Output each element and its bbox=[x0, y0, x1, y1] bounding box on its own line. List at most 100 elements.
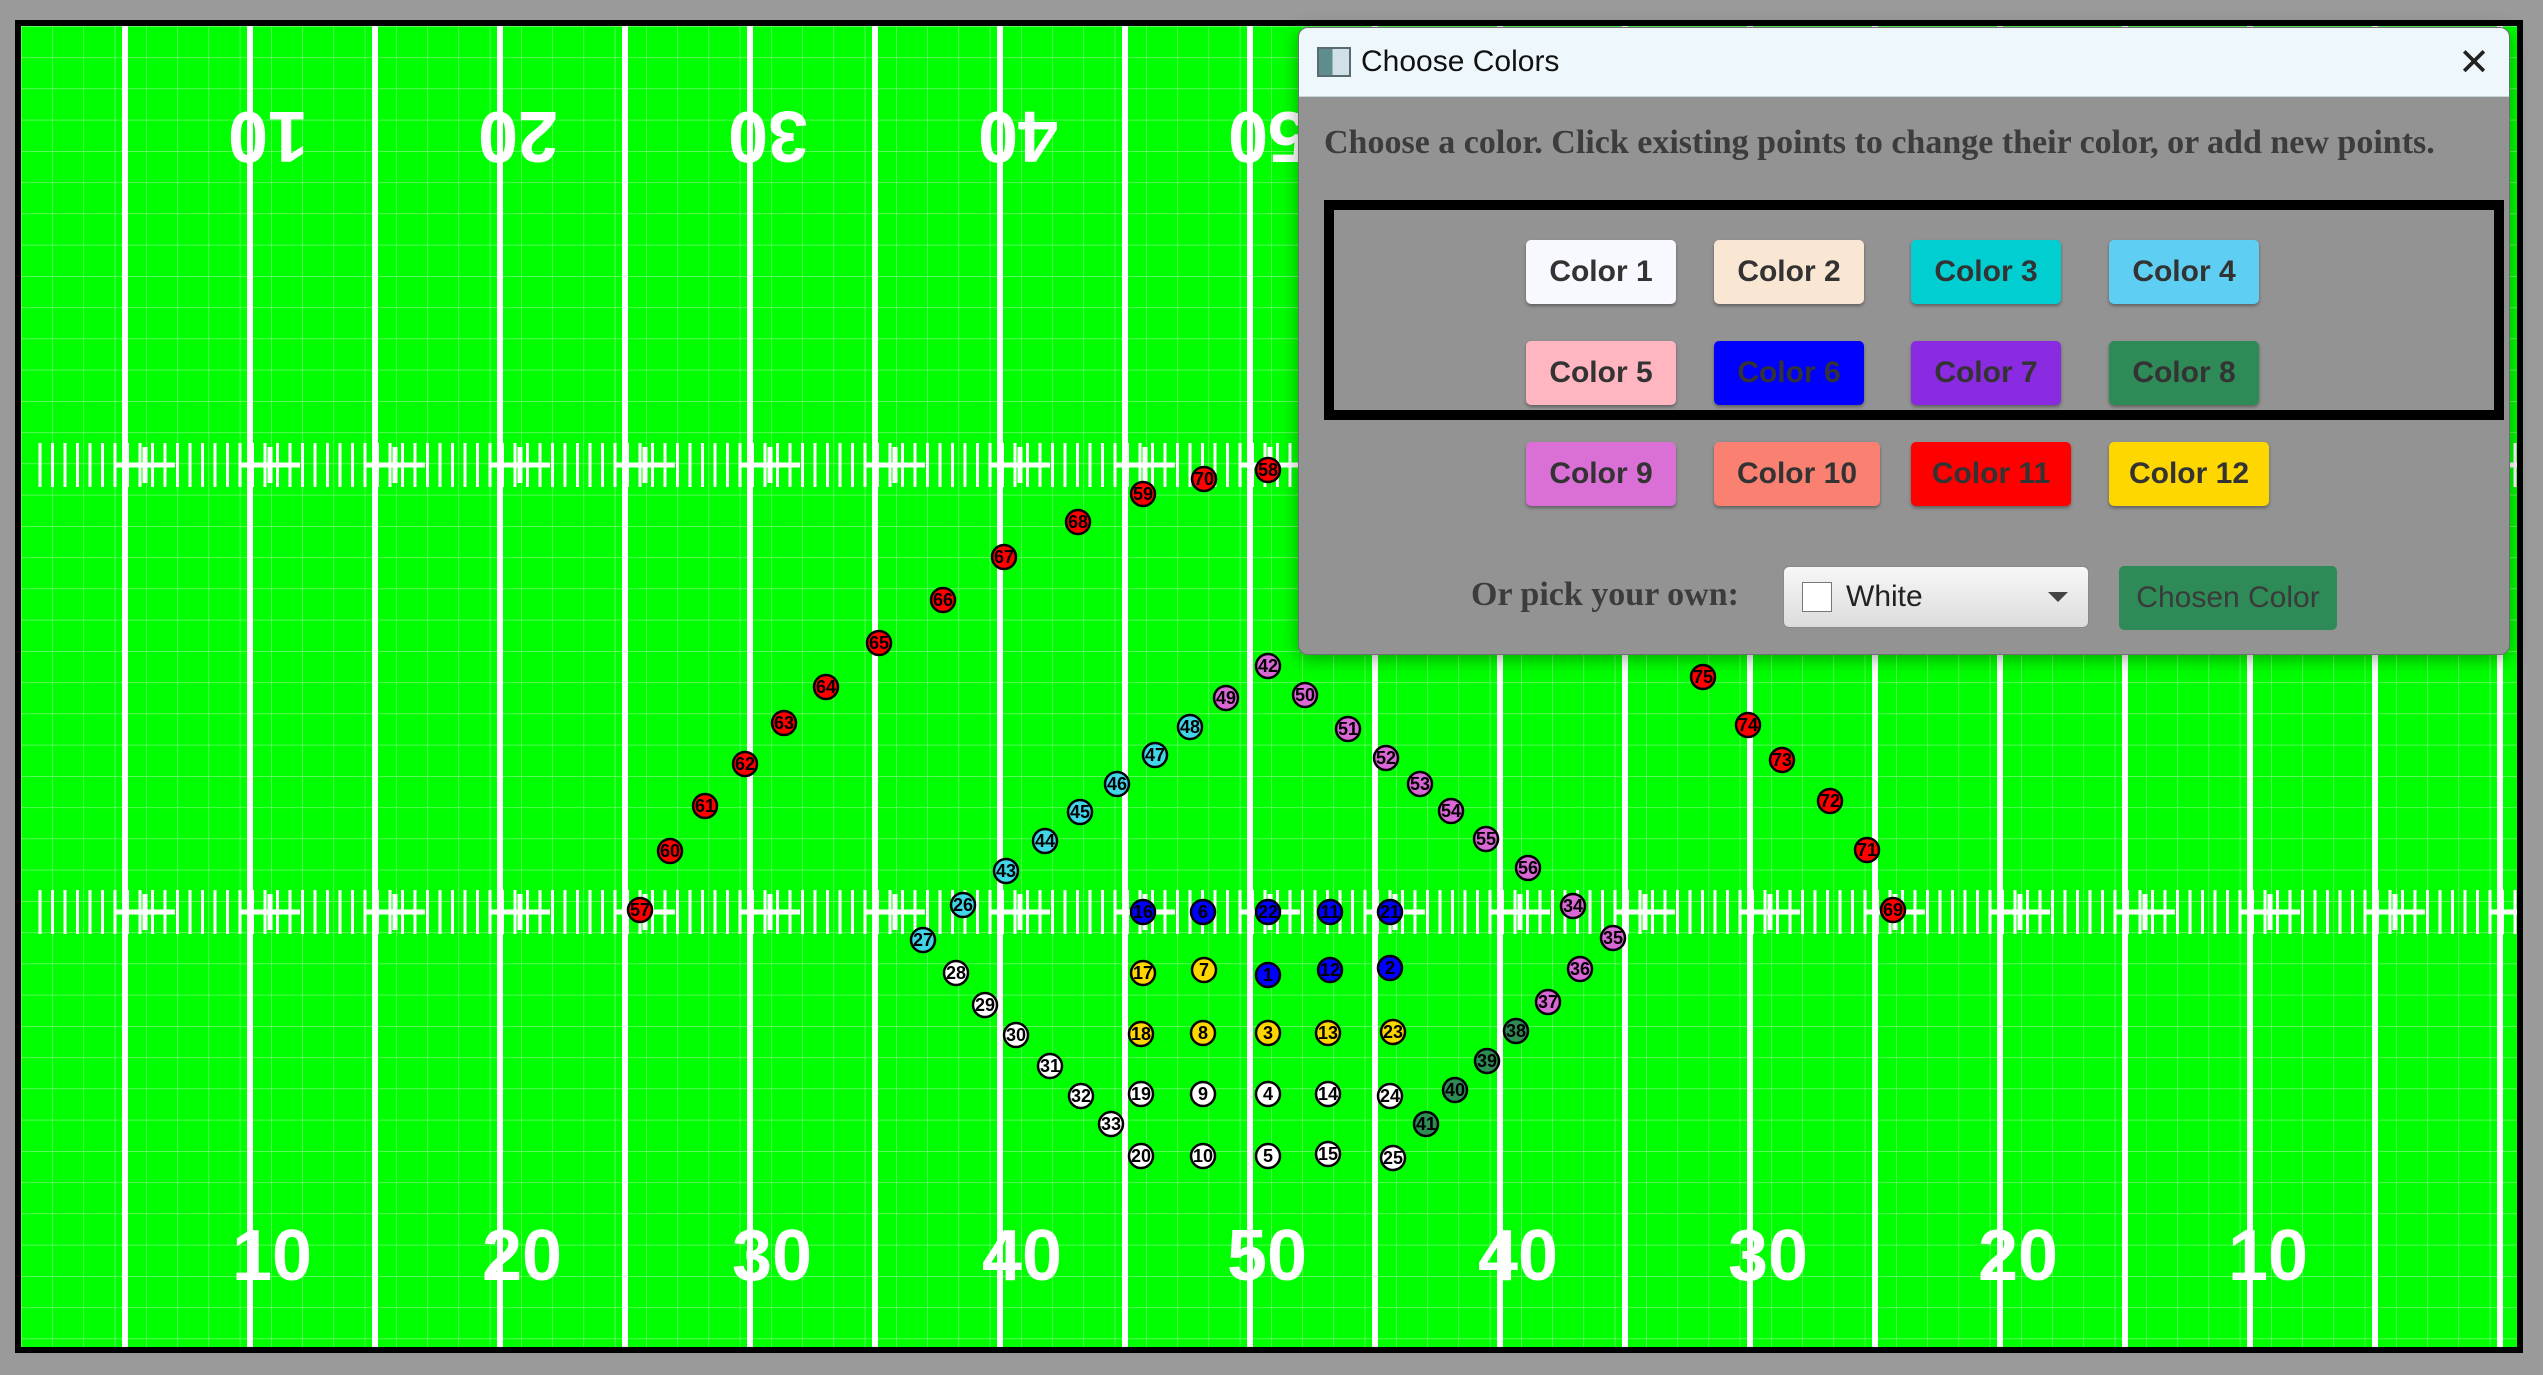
formation-point[interactable]: 53 bbox=[1406, 770, 1434, 798]
formation-point[interactable]: 29 bbox=[971, 991, 999, 1019]
formation-point[interactable]: 1 bbox=[1254, 961, 1282, 989]
formation-point[interactable]: 45 bbox=[1066, 798, 1094, 826]
point-number: 71 bbox=[1857, 840, 1877, 860]
formation-point[interactable]: 18 bbox=[1127, 1020, 1155, 1048]
formation-point[interactable]: 73 bbox=[1768, 746, 1796, 774]
color-picker-dropdown[interactable]: White bbox=[1783, 566, 2089, 628]
formation-point[interactable]: 21 bbox=[1376, 898, 1404, 926]
formation-point[interactable]: 13 bbox=[1314, 1019, 1342, 1047]
swatch-button-color-12[interactable]: Color 12 bbox=[2109, 442, 2269, 506]
formation-point[interactable]: 31 bbox=[1036, 1052, 1064, 1080]
formation-point[interactable]: 67 bbox=[990, 543, 1018, 571]
formation-point[interactable]: 71 bbox=[1853, 836, 1881, 864]
formation-point[interactable]: 14 bbox=[1314, 1080, 1342, 1108]
formation-point[interactable]: 23 bbox=[1379, 1018, 1407, 1046]
formation-point[interactable]: 20 bbox=[1127, 1142, 1155, 1170]
formation-point[interactable]: 37 bbox=[1534, 988, 1562, 1016]
swatch-button-color-1[interactable]: Color 1 bbox=[1526, 240, 1676, 304]
formation-point[interactable]: 27 bbox=[909, 926, 937, 954]
formation-point[interactable]: 62 bbox=[731, 750, 759, 778]
formation-point[interactable]: 2 bbox=[1376, 954, 1404, 982]
chosen-color-button[interactable]: Chosen Color bbox=[2119, 566, 2337, 630]
formation-point[interactable]: 33 bbox=[1097, 1110, 1125, 1138]
dialog-titlebar[interactable]: Choose Colors ✕ bbox=[1299, 28, 2509, 97]
formation-point[interactable]: 9 bbox=[1189, 1080, 1217, 1108]
point-number: 21 bbox=[1380, 902, 1400, 922]
formation-point[interactable]: 35 bbox=[1599, 924, 1627, 952]
formation-point[interactable]: 54 bbox=[1437, 797, 1465, 825]
formation-point[interactable]: 56 bbox=[1514, 854, 1542, 882]
formation-point[interactable]: 5 bbox=[1254, 1142, 1282, 1170]
swatch-button-color-10[interactable]: Color 10 bbox=[1714, 442, 1880, 506]
formation-point[interactable]: 75 bbox=[1689, 663, 1717, 691]
formation-point[interactable]: 3 bbox=[1254, 1019, 1282, 1047]
formation-point[interactable]: 64 bbox=[812, 673, 840, 701]
formation-point[interactable]: 10 bbox=[1189, 1142, 1217, 1170]
formation-point[interactable]: 63 bbox=[770, 709, 798, 737]
formation-point[interactable]: 69 bbox=[1879, 896, 1907, 924]
formation-point[interactable]: 44 bbox=[1031, 827, 1059, 855]
formation-point[interactable]: 68 bbox=[1064, 508, 1092, 536]
formation-point[interactable]: 48 bbox=[1176, 713, 1204, 741]
point-number: 34 bbox=[1563, 896, 1583, 916]
formation-point[interactable]: 42 bbox=[1254, 652, 1282, 680]
formation-point[interactable]: 58 bbox=[1254, 456, 1282, 484]
swatch-button-color-4[interactable]: Color 4 bbox=[2109, 240, 2259, 304]
formation-point[interactable]: 19 bbox=[1127, 1080, 1155, 1108]
formation-point[interactable]: 57 bbox=[626, 896, 654, 924]
formation-point[interactable]: 70 bbox=[1190, 465, 1218, 493]
formation-point[interactable]: 30 bbox=[1002, 1021, 1030, 1049]
formation-point[interactable]: 60 bbox=[656, 837, 684, 865]
formation-point[interactable]: 59 bbox=[1129, 480, 1157, 508]
formation-point[interactable]: 46 bbox=[1103, 770, 1131, 798]
formation-point[interactable]: 50 bbox=[1291, 681, 1319, 709]
formation-point[interactable]: 17 bbox=[1129, 959, 1157, 987]
formation-point[interactable]: 28 bbox=[942, 959, 970, 987]
formation-point[interactable]: 74 bbox=[1734, 711, 1762, 739]
formation-point[interactable]: 32 bbox=[1067, 1082, 1095, 1110]
formation-point[interactable]: 15 bbox=[1314, 1140, 1342, 1168]
swatch-button-color-9[interactable]: Color 9 bbox=[1526, 442, 1676, 506]
formation-point[interactable]: 55 bbox=[1472, 825, 1500, 853]
point-number: 6 bbox=[1198, 902, 1208, 922]
formation-point[interactable]: 61 bbox=[691, 792, 719, 820]
formation-point[interactable]: 7 bbox=[1190, 956, 1218, 984]
close-button[interactable]: ✕ bbox=[2439, 28, 2509, 96]
formation-point[interactable]: 6 bbox=[1189, 898, 1217, 926]
formation-point[interactable]: 12 bbox=[1316, 956, 1344, 984]
formation-point[interactable]: 38 bbox=[1502, 1017, 1530, 1045]
instructions-text: Choose a color. Click existing points to… bbox=[1324, 124, 2435, 161]
point-number: 67 bbox=[994, 547, 1014, 567]
formation-point[interactable]: 24 bbox=[1376, 1082, 1404, 1110]
formation-point[interactable]: 16 bbox=[1129, 898, 1157, 926]
formation-point[interactable]: 26 bbox=[949, 891, 977, 919]
formation-point[interactable]: 22 bbox=[1254, 898, 1282, 926]
formation-point[interactable]: 66 bbox=[929, 586, 957, 614]
formation-point[interactable]: 43 bbox=[992, 857, 1020, 885]
formation-point[interactable]: 4 bbox=[1254, 1080, 1282, 1108]
formation-point[interactable]: 40 bbox=[1441, 1076, 1469, 1104]
formation-point[interactable]: 65 bbox=[865, 629, 893, 657]
point-number: 7 bbox=[1199, 960, 1209, 980]
point-number: 69 bbox=[1883, 900, 1903, 920]
formation-point[interactable]: 51 bbox=[1334, 715, 1362, 743]
formation-point[interactable]: 47 bbox=[1141, 741, 1169, 769]
formation-point[interactable]: 11 bbox=[1316, 898, 1344, 926]
formation-point[interactable]: 39 bbox=[1473, 1047, 1501, 1075]
formation-point[interactable]: 72 bbox=[1816, 787, 1844, 815]
formation-point[interactable]: 52 bbox=[1372, 744, 1400, 772]
swatch-button-color-2[interactable]: Color 2 bbox=[1714, 240, 1864, 304]
formation-point[interactable]: 41 bbox=[1412, 1110, 1440, 1138]
point-number: 16 bbox=[1133, 902, 1153, 922]
formation-point[interactable]: 25 bbox=[1379, 1144, 1407, 1172]
swatch-button-color-8[interactable]: Color 8 bbox=[2109, 341, 2259, 405]
formation-point[interactable]: 34 bbox=[1559, 892, 1587, 920]
formation-point[interactable]: 49 bbox=[1212, 684, 1240, 712]
formation-point[interactable]: 36 bbox=[1566, 955, 1594, 983]
swatch-button-color-6[interactable]: Color 6 bbox=[1714, 341, 1864, 405]
formation-point[interactable]: 8 bbox=[1189, 1019, 1217, 1047]
swatch-button-color-3[interactable]: Color 3 bbox=[1911, 240, 2061, 304]
swatch-button-color-7[interactable]: Color 7 bbox=[1911, 341, 2061, 405]
swatch-button-color-11[interactable]: Color 11 bbox=[1911, 442, 2071, 506]
swatch-button-color-5[interactable]: Color 5 bbox=[1526, 341, 1676, 405]
